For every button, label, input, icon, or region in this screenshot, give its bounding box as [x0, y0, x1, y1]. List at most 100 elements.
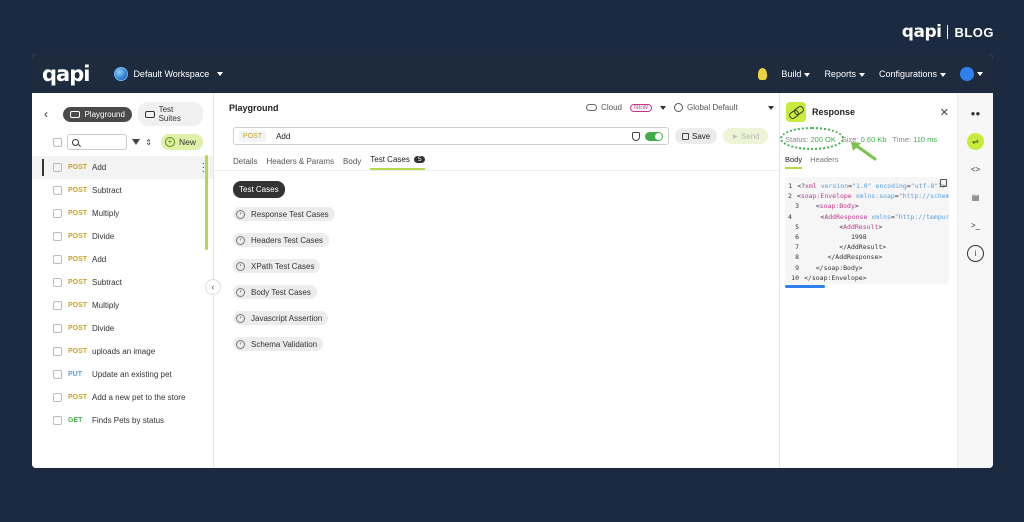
list-scrollbar[interactable] [205, 155, 208, 250]
collapse-panel-button[interactable]: ‹ [205, 279, 221, 295]
link-icon[interactable]: ⇌ [967, 133, 984, 150]
list-item[interactable]: POST uploads an image [32, 340, 213, 363]
nav-configurations[interactable]: Configurations [879, 69, 946, 79]
row-checkbox[interactable] [53, 347, 62, 356]
new-badge: NEW [630, 103, 652, 112]
link-icon [786, 102, 806, 122]
list-item[interactable]: POST Multiply [32, 202, 213, 225]
chevron-down-icon[interactable] [660, 105, 666, 110]
back-arrow-icon[interactable]: ‹ [44, 107, 57, 121]
select-all-checkbox[interactable] [53, 137, 62, 147]
url-input[interactable]: Add [276, 132, 290, 141]
row-checkbox[interactable] [53, 255, 62, 264]
test-cases-chip[interactable]: Test Cases [233, 181, 285, 198]
blog-brand: qapi BLOG [902, 22, 994, 42]
row-checkbox[interactable] [53, 232, 62, 241]
ssl-toggle[interactable] [645, 131, 663, 141]
send-button[interactable]: ➤ Send [723, 128, 768, 144]
code-token: AddResponse [824, 212, 868, 221]
method-label: PUT [68, 371, 82, 378]
terminal-icon[interactable]: >_ [967, 217, 984, 234]
user-menu[interactable] [960, 66, 983, 81]
info-icon[interactable]: i [967, 245, 984, 262]
row-checkbox[interactable] [53, 278, 62, 287]
cloud-icon [586, 104, 598, 111]
row-checkbox[interactable] [53, 324, 62, 333]
test-case-item[interactable]: › Schema Validation [233, 337, 324, 351]
tab-test-cases-label: Test Cases [370, 155, 410, 164]
bot-icon[interactable]: ●● [967, 105, 984, 122]
filter-icon[interactable] [132, 139, 141, 145]
tab-headers-params[interactable]: Headers & Params [266, 157, 334, 170]
code-token: < [796, 212, 825, 221]
row-checkbox[interactable] [53, 186, 62, 195]
row-checkbox[interactable] [53, 416, 62, 425]
test-case-item[interactable]: › Javascript Assertion [233, 311, 329, 325]
test-case-item[interactable]: › XPath Test Cases [233, 259, 321, 273]
sort-icon[interactable]: ⇕ [145, 138, 152, 147]
send-icon: ➤ [731, 131, 738, 141]
list-item[interactable]: POST Add · · · [32, 156, 213, 179]
search-input[interactable] [67, 134, 128, 150]
code-line: 10 </soap:Envelope> [788, 273, 946, 283]
environment-selector[interactable]: Global Default [674, 103, 774, 112]
tab-body[interactable]: Body [343, 157, 361, 170]
request-name: Update an existing pet [92, 370, 172, 379]
method-badge[interactable]: POST [239, 130, 267, 142]
list-item[interactable]: POST Subtract [32, 179, 213, 202]
tab-test-suites[interactable]: Test Suites [137, 102, 203, 126]
row-checkbox[interactable] [53, 163, 62, 172]
lightbulb-icon[interactable] [758, 67, 768, 80]
list-item[interactable]: POST Divide [32, 225, 213, 248]
code-token: </AddResult> [804, 243, 887, 252]
list-item[interactable]: POST Add a new pet to the store [32, 386, 213, 409]
list-item[interactable]: PUT Update an existing pet [32, 363, 213, 386]
collection-panel: ‹ Playground Test Suites ⇕ + New POST Add ·… [32, 93, 214, 468]
url-bar[interactable]: POST Add [233, 127, 669, 145]
list-item[interactable]: POST Divide [32, 317, 213, 340]
test-case-item[interactable]: › Headers Test Cases [233, 233, 329, 247]
chevron-down-icon [977, 71, 983, 76]
tab-playground[interactable]: Playground [63, 106, 132, 122]
list-item[interactable]: POST Add [32, 248, 213, 271]
chevron-right-icon: › [236, 209, 245, 219]
line-number: 3 [795, 202, 799, 211]
app-logo[interactable]: qapi [42, 62, 90, 86]
list-item[interactable]: POST Multiply [32, 294, 213, 317]
environment-label: Global Default [687, 103, 738, 112]
nav-reports[interactable]: Reports [824, 69, 865, 79]
new-button[interactable]: + New [160, 134, 203, 150]
code-token: </soap:Body> [804, 263, 863, 272]
tab-details[interactable]: Details [233, 157, 257, 170]
tab-response-body[interactable]: Body [785, 155, 803, 169]
chevron-right-icon: › [236, 339, 245, 349]
nav-build[interactable]: Build [781, 69, 811, 79]
code-line: 6 1998 [788, 232, 946, 242]
save-label: Save [692, 131, 711, 141]
code-scrollbar[interactable] [785, 285, 825, 288]
close-icon[interactable]: ✕ [940, 106, 949, 119]
response-title: Response [812, 107, 856, 117]
row-checkbox[interactable] [53, 393, 62, 402]
list-item[interactable]: POST Subtract [32, 271, 213, 294]
cloud-toggle[interactable]: Cloud [586, 103, 622, 112]
code-icon[interactable]: <> [967, 161, 984, 178]
response-status-row: Status: 200 OK Size: 0.60 Kb Time: 110 m… [780, 122, 957, 161]
row-checkbox[interactable] [53, 370, 62, 379]
code-token: xmlns [867, 212, 891, 221]
test-case-item[interactable]: › Response Test Cases [233, 207, 335, 221]
copy-icon[interactable] [940, 179, 947, 187]
row-checkbox[interactable] [53, 209, 62, 218]
method-label: GET [68, 417, 83, 424]
list-item[interactable]: GET Finds Pets by status [32, 409, 213, 432]
request-name: Finds Pets by status [92, 416, 165, 425]
save-button[interactable]: Save [675, 128, 718, 144]
code-token: xml [805, 182, 817, 190]
test-case-item[interactable]: › Body Test Cases [233, 285, 317, 299]
shield-icon[interactable] [632, 131, 640, 141]
document-icon[interactable]: ▤ [967, 189, 984, 206]
tab-response-headers[interactable]: Headers [810, 155, 838, 169]
row-checkbox[interactable] [53, 301, 62, 310]
tab-test-cases[interactable]: Test Cases 5 [370, 155, 426, 170]
workspace-selector[interactable]: Default Workspace [114, 66, 224, 81]
